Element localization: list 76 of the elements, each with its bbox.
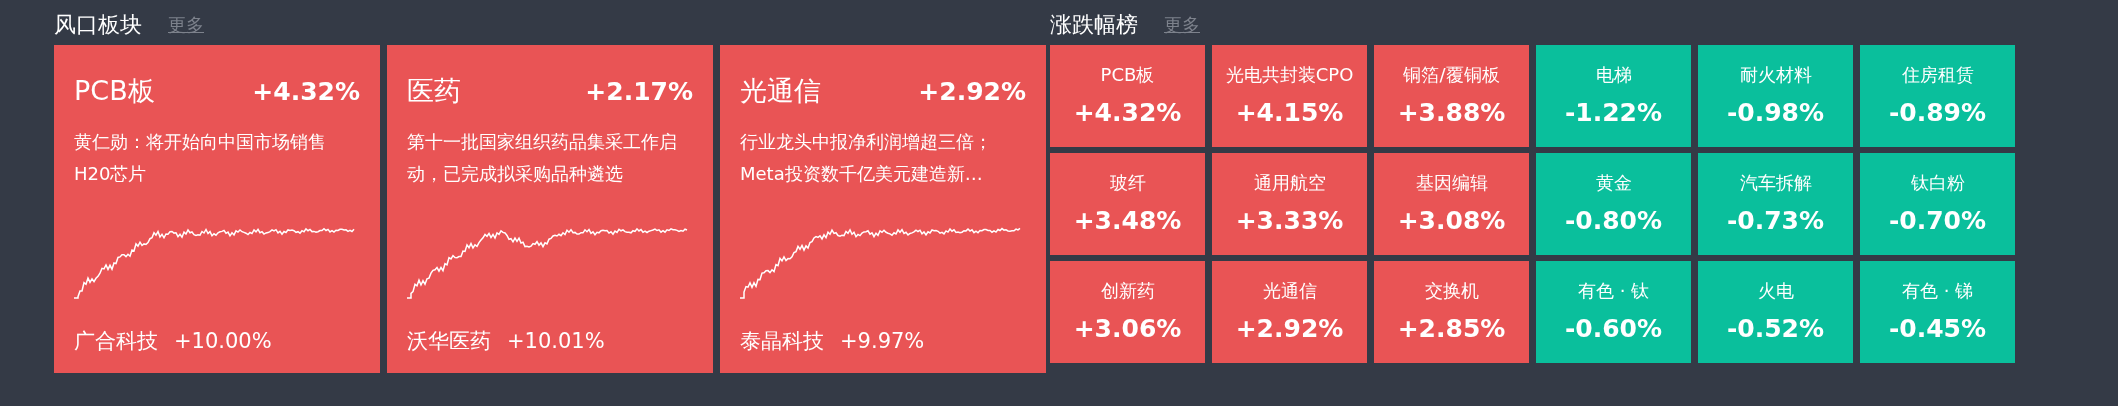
sector-name: 钛白粉 <box>1910 170 1965 195</box>
sector-card[interactable]: 光通信 +2.92% 行业龙头中报净利润增超三倍；Meta投资数千亿美元建造新… 泰晶科技 +9.97% <box>720 45 1046 373</box>
leader-stock-name: 广合科技 <box>74 327 158 355</box>
sector-name: 火电 <box>1757 278 1794 303</box>
sector-change: -0.52% <box>1726 312 1825 345</box>
leader-stock-change: +10.00% <box>174 327 272 355</box>
sector-change: -0.60% <box>1564 312 1663 345</box>
sector-name: 耐火材料 <box>1739 62 1812 87</box>
news-headline: 黄仁勋：将开始向中国市场销售H20芯片 <box>74 129 327 186</box>
sector-name: 交换机 <box>1424 278 1479 303</box>
leader-stock-name: 沃华医药 <box>407 327 491 355</box>
sector-card[interactable]: PCB板 +4.32% 黄仁勋：将开始向中国市场销售H20芯片 广合科技 +10.00% <box>54 45 380 373</box>
sector-change: +4.32% <box>252 75 360 108</box>
sector-tile[interactable]: 有色 · 钛 -0.60% <box>1536 261 1691 363</box>
sector-change: +3.88% <box>1397 96 1506 129</box>
sector-name: 有色 · 锑 <box>1901 278 1974 303</box>
leader-stock-change: +10.01% <box>507 327 605 355</box>
sector-tile[interactable]: 创新药 +3.06% <box>1050 261 1205 363</box>
more-link[interactable]: 更多 <box>1164 10 1200 38</box>
sector-name: 创新药 <box>1100 278 1155 303</box>
sector-change: +2.85% <box>1397 312 1506 345</box>
sector-tile[interactable]: 火电 -0.52% <box>1698 261 1853 363</box>
sector-tile[interactable]: 基因编辑 +3.08% <box>1374 153 1529 255</box>
section-title: 涨跌幅榜 <box>1050 10 1138 39</box>
sector-change: -0.80% <box>1564 204 1663 237</box>
section-title: 风口板块 <box>54 10 142 39</box>
sector-name: 光通信 <box>1262 278 1317 303</box>
sector-change: +2.92% <box>1235 312 1344 345</box>
sector-tile[interactable]: 玻纤 +3.48% <box>1050 153 1205 255</box>
sector-name: 有色 · 钛 <box>1577 278 1650 303</box>
news-headline: 第十一批国家组织药品集采工作启动，已完成拟采购品种遴选 <box>407 129 678 186</box>
sector-name: 住房租赁 <box>1901 62 1974 87</box>
sector-change: -0.45% <box>1888 312 1987 345</box>
sector-change: -0.98% <box>1726 96 1825 129</box>
sector-tile[interactable]: PCB板 +4.32% <box>1050 45 1205 147</box>
sector-name: PCB板 <box>74 74 155 108</box>
sector-change: +4.32% <box>1073 96 1182 129</box>
sector-change: +3.33% <box>1235 204 1344 237</box>
sector-name: 汽车拆解 <box>1739 170 1812 195</box>
sector-change: +3.08% <box>1397 204 1506 237</box>
sector-tile[interactable]: 住房租赁 -0.89% <box>1860 45 2015 147</box>
sector-change: +3.48% <box>1073 204 1182 237</box>
sector-name: 黄金 <box>1595 170 1632 195</box>
sector-tile[interactable]: 钛白粉 -0.70% <box>1860 153 2015 255</box>
sector-change: +2.92% <box>918 75 1026 108</box>
sector-card[interactable]: 医药 +2.17% 第十一批国家组织药品集采工作启动，已完成拟采购品种遴选 沃华医药 +10.01% <box>387 45 713 373</box>
sector-change: +4.15% <box>1235 96 1344 129</box>
sector-name: 光通信 <box>740 74 821 108</box>
sector-tile[interactable]: 光通信 +2.92% <box>1212 261 1367 363</box>
sector-name: 玻纤 <box>1109 170 1146 195</box>
sector-tile[interactable]: 光电共封装CPO +4.15% <box>1212 45 1367 147</box>
sector-tile[interactable]: 黄金 -0.80% <box>1536 153 1691 255</box>
leader-stock-change: +9.97% <box>840 327 925 355</box>
sector-name: 通用航空 <box>1253 170 1326 195</box>
leader-stock-name: 泰晶科技 <box>740 327 824 355</box>
sector-name: 基因编辑 <box>1415 170 1488 195</box>
sector-name: PCB板 <box>1100 62 1155 87</box>
sector-change: +2.17% <box>585 75 693 108</box>
sector-tile[interactable]: 铜箔/覆铜板 +3.88% <box>1374 45 1529 147</box>
sector-tile[interactable]: 电梯 -1.22% <box>1536 45 1691 147</box>
sector-name: 铜箔/覆铜板 <box>1403 62 1500 87</box>
sector-change: -1.22% <box>1564 96 1663 129</box>
more-link[interactable]: 更多 <box>168 10 204 38</box>
news-headline: 行业龙头中报净利润增超三倍；Meta投资数千亿美元建造新… <box>740 129 993 186</box>
sector-tile[interactable]: 耐火材料 -0.98% <box>1698 45 1853 147</box>
sector-change: -0.73% <box>1726 204 1825 237</box>
sector-name: 医药 <box>407 74 461 108</box>
sector-tile[interactable]: 汽车拆解 -0.73% <box>1698 153 1853 255</box>
sector-change: -0.70% <box>1888 204 1987 237</box>
sector-name: 光电共封装CPO <box>1225 62 1354 87</box>
sector-tile[interactable]: 交换机 +2.85% <box>1374 261 1529 363</box>
sector-name: 电梯 <box>1595 62 1632 87</box>
sector-tile[interactable]: 有色 · 锑 -0.45% <box>1860 261 2015 363</box>
sector-tile[interactable]: 通用航空 +3.33% <box>1212 153 1367 255</box>
sector-change: -0.89% <box>1888 96 1987 129</box>
sector-change: +3.06% <box>1073 312 1182 345</box>
